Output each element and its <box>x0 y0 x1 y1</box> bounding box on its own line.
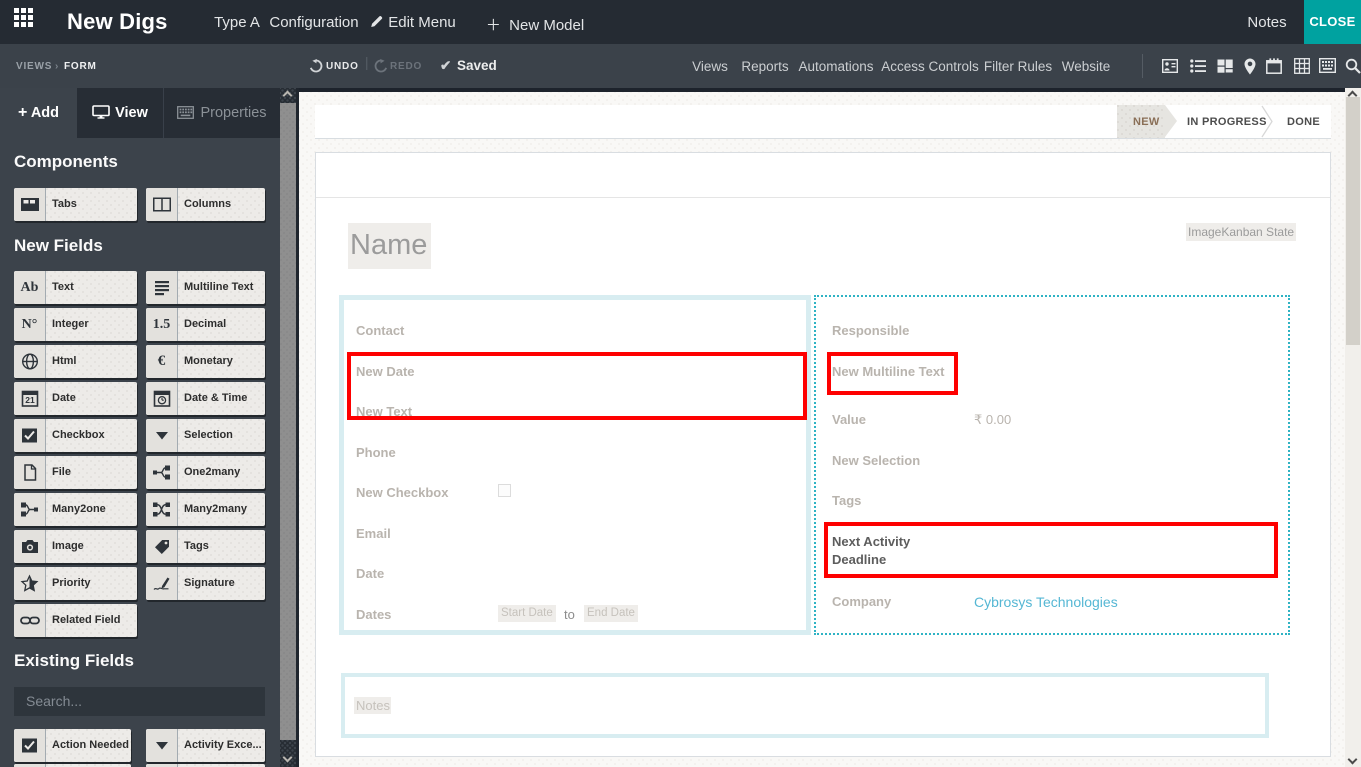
svg-text:21: 21 <box>25 395 35 405</box>
